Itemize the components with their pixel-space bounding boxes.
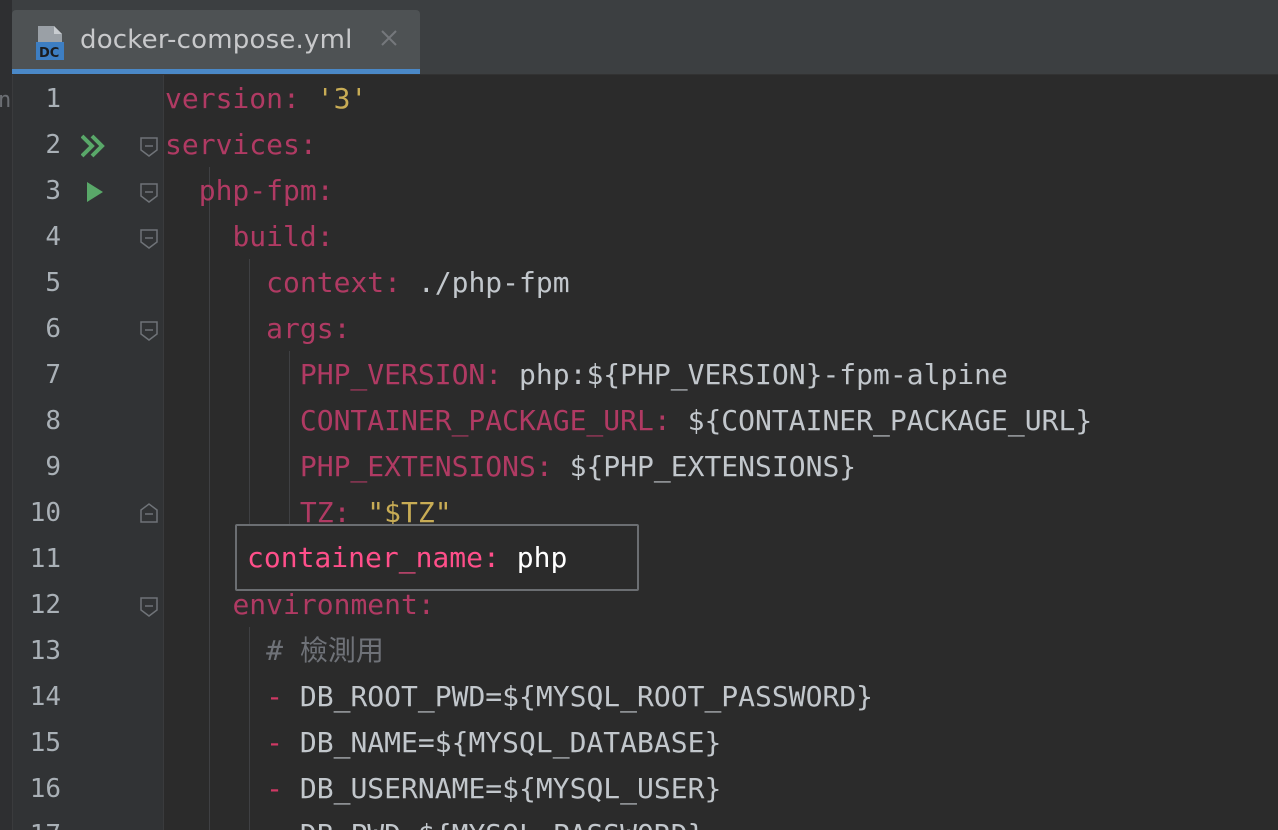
- docker-compose-file-icon: DC: [34, 24, 66, 62]
- code-line-14: - DB_ROOT_PWD=${MYSQL_ROOT_PASSWORD}: [266, 680, 874, 713]
- code-line-3: php-fpm:: [198, 174, 334, 207]
- close-icon[interactable]: [378, 27, 400, 49]
- line-number: 14: [29, 682, 61, 712]
- line-number: 4: [45, 222, 61, 252]
- line-number: 3: [45, 176, 61, 206]
- code-line-5: context: ./php-fpm: [266, 266, 570, 299]
- fold-icon[interactable]: [139, 182, 159, 204]
- code-line-4: build:: [232, 220, 334, 253]
- line-number: 15: [29, 728, 61, 758]
- line-number: 11: [29, 544, 61, 574]
- run-icon[interactable]: [81, 179, 107, 205]
- tab-title: docker-compose.yml: [80, 25, 353, 55]
- line-number: 2: [45, 130, 61, 160]
- code-line-6: args:: [266, 312, 351, 345]
- popup-key: container_name:: [247, 541, 500, 574]
- code-editor[interactable]: 1 2 3 4 5 6 7 8 9 10 11 12 13 14 15 16 1…: [13, 75, 1278, 830]
- fold-icon[interactable]: [139, 136, 159, 158]
- line-number: 16: [29, 774, 61, 804]
- run-all-icon[interactable]: [80, 133, 107, 159]
- gutter: 1 2 3 4 5 6 7 8 9 10 11 12 13 14 15 16 1…: [13, 75, 163, 830]
- tab-docker-compose[interactable]: DC docker-compose.yml: [12, 10, 420, 74]
- fold-icon[interactable]: [139, 320, 159, 342]
- code-line-17: - DB_PWD=${MYSQL_PASSWORD}: [165, 812, 704, 830]
- line-number: 8: [45, 406, 61, 436]
- code-line-15: - DB_NAME=${MYSQL_DATABASE}: [266, 726, 722, 759]
- ide-window: n DC docker-compose.yml 1 2 3 4 5 6 7 8 …: [0, 0, 1278, 830]
- line-number: 9: [45, 452, 61, 482]
- code-line-7: PHP_VERSION: php:${PHP_VERSION}-fpm-alpi…: [299, 358, 1008, 391]
- left-panel-edge[interactable]: n: [0, 0, 13, 830]
- line-number: 5: [45, 268, 61, 298]
- docker-compose-file-icon-label: DC: [39, 46, 59, 61]
- line-number: 1: [45, 84, 61, 114]
- line-number: 12: [29, 590, 61, 620]
- code-line-13: # 檢測用: [266, 634, 384, 667]
- fold-icon[interactable]: [139, 596, 159, 618]
- code-line-9: PHP_EXTENSIONS: ${PHP_EXTENSIONS}: [299, 450, 857, 483]
- code-preview-popup: container_name: php: [235, 524, 639, 591]
- popup-code-line: container_name: php: [247, 535, 567, 581]
- gutter-divider: [163, 75, 164, 830]
- line-number: 10: [29, 498, 61, 528]
- line-number: 7: [45, 360, 61, 390]
- popup-value: php: [516, 541, 568, 574]
- left-panel-fragment: n: [0, 88, 12, 113]
- code-line-1: version: '3': [165, 82, 368, 115]
- code-line-2: services:: [165, 128, 317, 161]
- line-number: 13: [29, 636, 61, 666]
- code-line-16: - DB_USERNAME=${MYSQL_USER}: [266, 772, 722, 805]
- line-number: 6: [45, 314, 61, 344]
- code-line-8: CONTAINER_PACKAGE_URL: ${CONTAINER_PACKA…: [299, 404, 1093, 437]
- editor-tab-bar: DC docker-compose.yml: [12, 0, 1278, 75]
- line-number: 17: [13, 812, 61, 830]
- fold-end-icon[interactable]: [139, 502, 159, 524]
- fold-icon[interactable]: [139, 228, 159, 250]
